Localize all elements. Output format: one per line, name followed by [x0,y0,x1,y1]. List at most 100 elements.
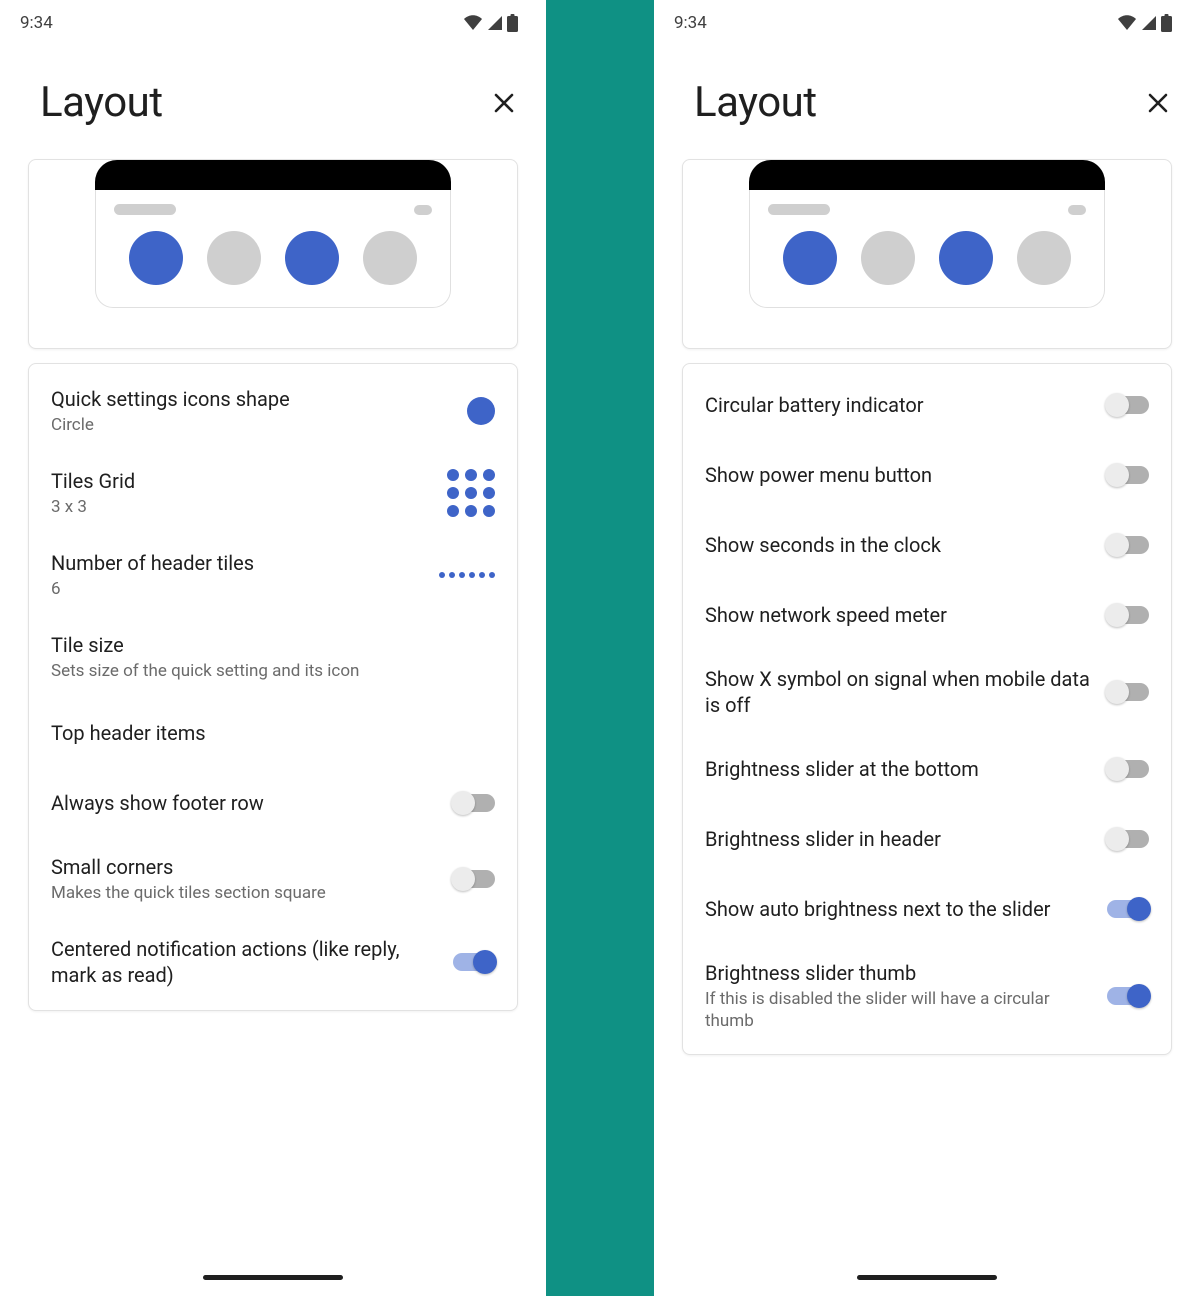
setting-title: Number of header tiles [51,550,427,576]
setting-row[interactable]: Show X symbol on signal when mobile data… [683,650,1171,734]
header: Layout [654,46,1200,147]
setting-subtitle: 3 x 3 [51,496,435,518]
nav-bar [0,1268,546,1296]
setting-row[interactable]: Show power menu button [683,440,1171,510]
setting-subtitle: Sets size of the quick setting and its i… [51,660,483,682]
status-time: 9:34 [20,13,53,33]
status-icons [1117,14,1172,32]
setting-row[interactable]: Brightness slider thumbIf this is disabl… [683,944,1171,1048]
preview-dot [939,231,993,285]
setting-row[interactable]: Circular battery indicator [683,370,1171,440]
setting-row[interactable]: Small cornersMakes the quick tiles secti… [29,838,517,920]
header-tiles-indicator-icon [439,572,495,578]
content: Circular battery indicator Show power men… [654,147,1200,1268]
preview-dot [783,231,837,285]
preview-notch [749,160,1105,190]
toggle-switch[interactable] [453,953,495,971]
page-title: Layout [40,78,163,127]
setting-subtitle: If this is disabled the slider will have… [705,988,1095,1032]
setting-row[interactable]: Tiles Grid3 x 3 [29,452,517,534]
setting-title: Show auto brightness next to the slider [705,896,1095,922]
setting-title: Brightness slider thumb [705,960,1095,986]
status-time: 9:34 [674,13,707,33]
setting-row[interactable]: Number of header tiles6 [29,534,517,616]
setting-row[interactable]: Show auto brightness next to the slider [683,874,1171,944]
setting-row[interactable]: Brightness slider at the bottom [683,734,1171,804]
preview-pill-right [414,205,432,215]
setting-row[interactable]: Centered notification actions (like repl… [29,920,517,1004]
toggle-switch[interactable] [1107,760,1149,778]
setting-subtitle: Circle [51,414,455,436]
setting-row[interactable]: Show network speed meter [683,580,1171,650]
setting-title: Show network speed meter [705,602,1095,628]
signal-icon [487,15,503,31]
nav-bar [654,1268,1200,1296]
preview-dot [285,231,339,285]
wifi-icon [1117,15,1137,31]
content: Quick settings icons shapeCircleTiles Gr… [0,147,546,1268]
setting-title: Tiles Grid [51,468,435,494]
setting-row[interactable]: Quick settings icons shapeCircle [29,370,517,452]
setting-row[interactable]: Always show footer row [29,768,517,838]
close-button[interactable] [1144,89,1172,117]
preview-notch [95,160,451,190]
toggle-switch[interactable] [1107,683,1149,701]
preview-pill-left [114,204,176,215]
phone-right: 9:34 Layout [654,0,1200,1296]
header: Layout [0,46,546,147]
settings-list: Quick settings icons shapeCircleTiles Gr… [28,363,518,1011]
preview-panel [749,190,1105,308]
grid-indicator-icon [447,469,495,517]
setting-title: Circular battery indicator [705,392,1095,418]
setting-subtitle: 6 [51,578,427,600]
toggle-switch[interactable] [453,870,495,888]
status-bar: 9:34 [654,0,1200,46]
setting-title: Tile size [51,632,483,658]
setting-title: Top header items [51,720,483,746]
preview-dots [768,231,1086,285]
toggle-switch[interactable] [1107,606,1149,624]
setting-title: Show seconds in the clock [705,532,1095,558]
setting-title: Brightness slider at the bottom [705,756,1095,782]
setting-title: Quick settings icons shape [51,386,455,412]
setting-row[interactable]: Show seconds in the clock [683,510,1171,580]
battery-icon [1161,14,1172,32]
preview-pill-right [1068,205,1086,215]
phone-left: 9:34 Layout [0,0,546,1296]
setting-row[interactable]: Tile sizeSets size of the quick setting … [29,616,517,698]
close-icon [1146,91,1170,115]
battery-icon [507,14,518,32]
preview-dot [207,231,261,285]
toggle-switch[interactable] [453,794,495,812]
preview-pill-left [768,204,830,215]
preview-card [28,159,518,349]
page-title: Layout [694,78,817,127]
shape-indicator-icon [467,397,495,425]
toggle-switch[interactable] [1107,396,1149,414]
status-icons [463,14,518,32]
settings-list: Circular battery indicator Show power men… [682,363,1172,1055]
setting-title: Small corners [51,854,441,880]
nav-handle[interactable] [203,1275,343,1280]
preview-dot [1017,231,1071,285]
setting-subtitle: Makes the quick tiles section square [51,882,441,904]
nav-handle[interactable] [857,1275,997,1280]
status-bar: 9:34 [0,0,546,46]
setting-row[interactable]: Top header items [29,698,517,768]
qs-preview [749,160,1105,308]
setting-title: Show X symbol on signal when mobile data… [705,666,1095,718]
preview-card [682,159,1172,349]
preview-dot [861,231,915,285]
preview-dot [129,231,183,285]
toggle-switch[interactable] [1107,466,1149,484]
setting-title: Brightness slider in header [705,826,1095,852]
preview-dot [363,231,417,285]
toggle-switch[interactable] [1107,536,1149,554]
toggle-switch[interactable] [1107,830,1149,848]
preview-dots [114,231,432,285]
toggle-switch[interactable] [1107,987,1149,1005]
setting-title: Show power menu button [705,462,1095,488]
close-button[interactable] [490,89,518,117]
toggle-switch[interactable] [1107,900,1149,918]
setting-row[interactable]: Brightness slider in header [683,804,1171,874]
